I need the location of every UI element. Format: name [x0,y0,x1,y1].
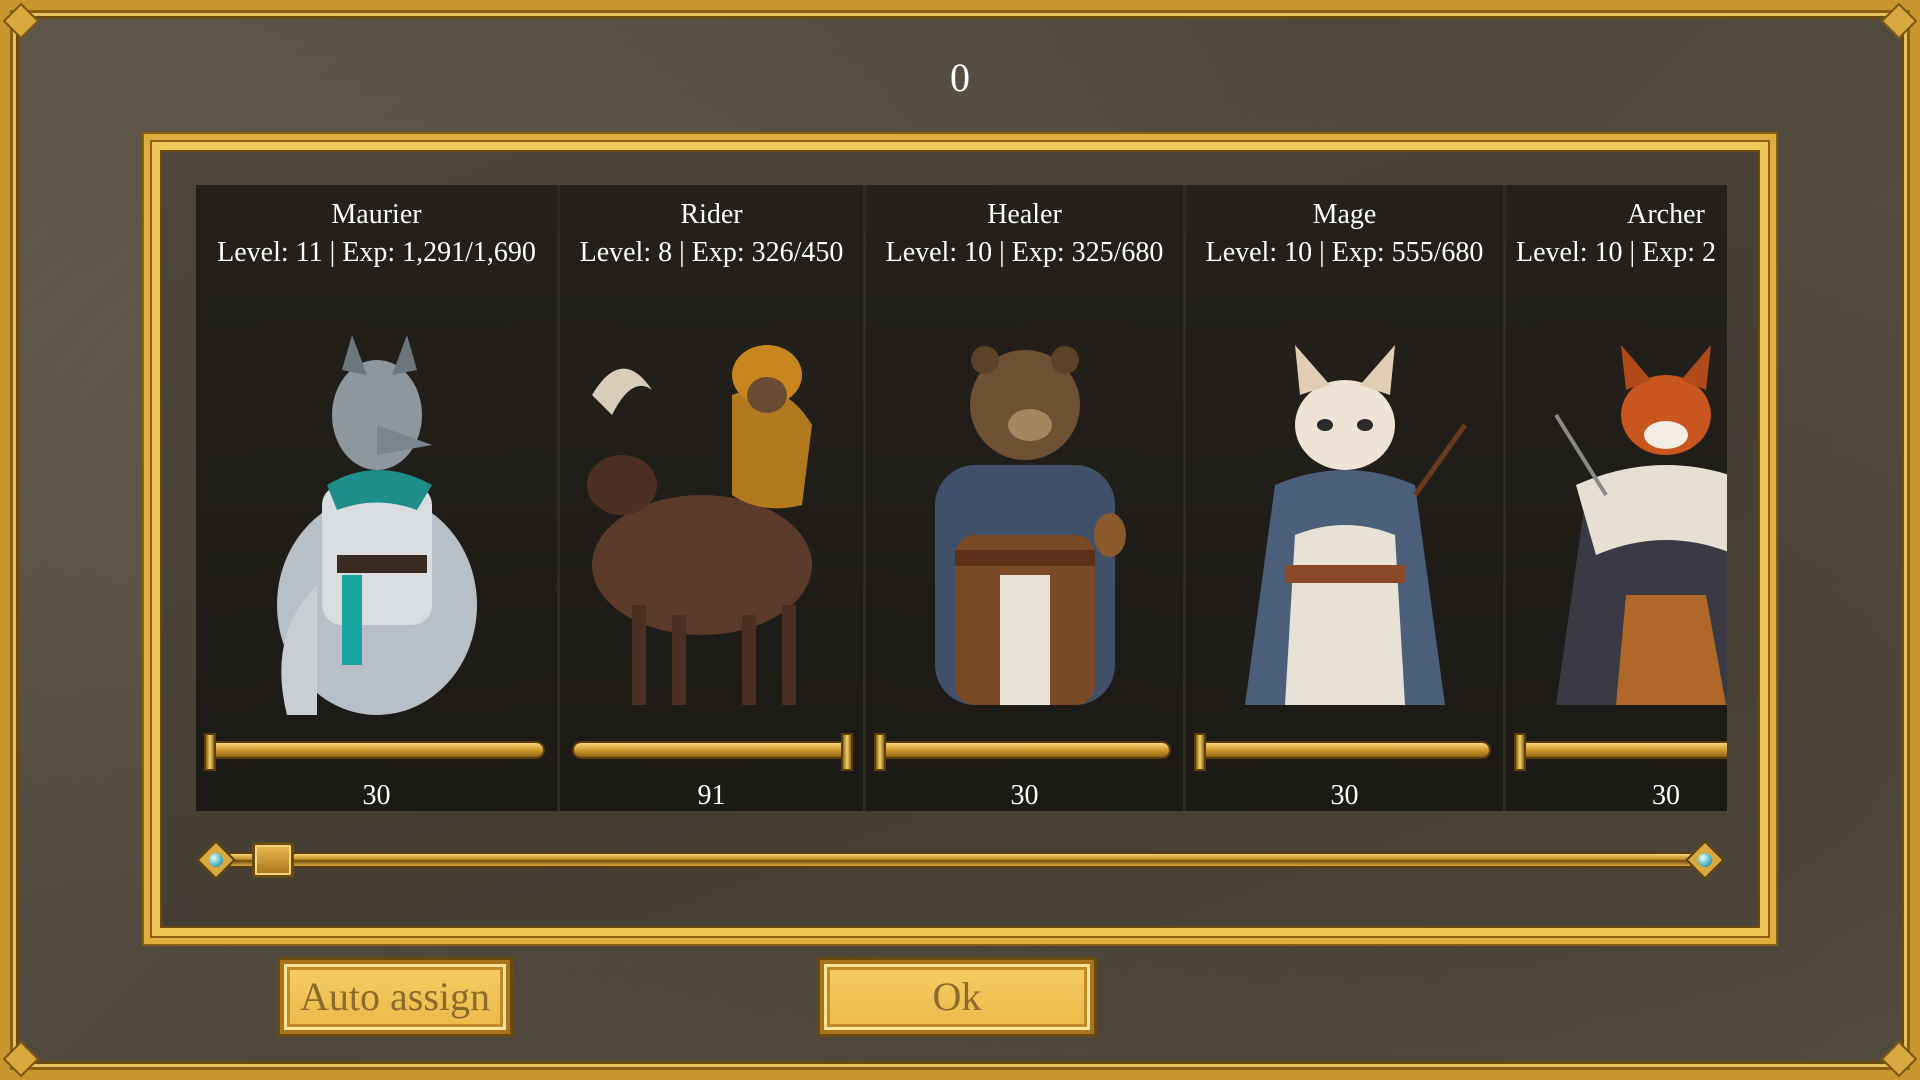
unit-name: Maurier [331,199,422,230]
unit-name: Healer [987,199,1062,230]
unit-card-healer: Healer Level: 10 | Exp: 325/680 30 [866,185,1186,811]
unit-name: Archer [1627,199,1705,230]
monkey-moose-rider-portrait [586,345,812,705]
points-slider-handle[interactable] [1514,733,1526,771]
unit-stats: Level: 10 | Exp: 325/680 [885,237,1164,268]
unit-points-value: 30 [1330,780,1359,811]
unit-card-mage: Mage Level: 10 | Exp: 555/680 30 [1186,185,1506,811]
scrollbar-rail[interactable] [228,852,1693,868]
unit-card-list: Maurier Level: 11 | Exp: 1,291/1,690 30 … [196,185,1727,811]
unit-name: Rider [680,199,743,230]
unit-points-value: 91 [697,780,726,811]
unit-points-value: 30 [1010,780,1039,811]
points-slider-track[interactable] [1200,743,1489,757]
points-slider-track[interactable] [210,743,543,757]
gem-icon [1698,853,1712,867]
unit-card-rider: Rider Level: 8 | Exp: 326/450 91 [560,185,866,811]
points-slider-handle[interactable] [874,733,886,771]
gem-icon [209,853,223,867]
points-slider-track[interactable] [1520,743,1727,757]
card-list-scrollbar[interactable] [196,840,1725,880]
unit-card-maurier: Maurier Level: 11 | Exp: 1,291/1,690 30 [196,185,560,811]
fox-archer-portrait [1554,345,1727,705]
unit-points-value: 30 [362,780,391,811]
cat-mage-portrait [1244,345,1467,705]
remaining-points: 0 [950,55,970,100]
wolf-knight-portrait [276,335,477,715]
unit-name: Mage [1312,199,1377,230]
points-slider-handle[interactable] [204,733,216,771]
bear-healer-portrait [934,346,1126,705]
unit-stats: Level: 10 | Exp: 2 [1516,237,1717,268]
points-slider-track[interactable] [880,743,1169,757]
unit-stats: Level: 10 | Exp: 555/680 [1205,237,1484,268]
ok-button[interactable]: Ok [820,960,1094,1034]
unit-stats: Level: 8 | Exp: 326/450 [579,237,844,268]
scrollbar-thumb[interactable] [252,842,294,878]
unit-card-archer: Archer Level: 10 | Exp: 2 30 [1506,185,1727,811]
points-slider-handle[interactable] [841,733,853,771]
points-slider-handle[interactable] [1194,733,1206,771]
auto-assign-button[interactable]: Auto assign [280,960,510,1034]
unit-stats: Level: 11 | Exp: 1,291/1,690 [217,237,536,268]
points-slider-track[interactable] [574,743,849,757]
unit-points-value: 30 [1652,780,1680,811]
